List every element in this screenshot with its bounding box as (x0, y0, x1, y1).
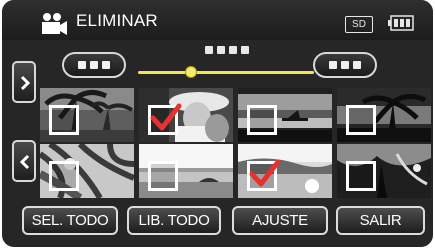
checkmark-icon (249, 159, 281, 187)
movie-camera-icon (42, 13, 67, 35)
thumbnail-dark-tree[interactable] (337, 144, 431, 198)
thumbnail-palm-beach-dark[interactable] (40, 88, 134, 142)
scroll-slider-handle[interactable] (184, 66, 197, 78)
battery-icon (388, 15, 414, 31)
exit-button[interactable]: SALIR (336, 206, 425, 235)
media-badge: SD (345, 16, 373, 33)
thumbnail-people-with-hat[interactable] (139, 88, 233, 142)
pill-dot (90, 61, 98, 69)
set-button[interactable]: AJUSTE (232, 206, 328, 235)
select-checkbox[interactable] (346, 105, 376, 135)
title-bar: ELIMINAR SD (2, 0, 433, 40)
select-checkbox[interactable] (346, 161, 376, 191)
chevron-left-icon (19, 154, 30, 170)
scroll-up-button[interactable] (12, 61, 36, 103)
thumbnail-beach-horizon[interactable] (139, 144, 233, 198)
thumbnail-bright-water[interactable] (238, 144, 332, 198)
select-all-button[interactable]: SEL. TODO (22, 206, 118, 235)
page-dot (217, 46, 225, 54)
thumbnail-boat-at-sunset[interactable] (238, 88, 332, 142)
pill-dot (341, 61, 349, 69)
select-checkbox[interactable] (49, 105, 79, 135)
page-dot (241, 46, 249, 54)
select-checkbox[interactable] (49, 161, 79, 191)
camera-screen: ELIMINAR SD SEL. TODO LIB. TODO AJUSTE S… (2, 0, 433, 247)
page-indicator (205, 46, 249, 54)
select-checkbox[interactable] (247, 105, 277, 135)
thumbnail-palm-silhouette[interactable] (337, 88, 431, 142)
scroll-slider-track[interactable] (138, 71, 314, 74)
chevron-right-icon (20, 75, 31, 91)
prev-page-pill[interactable] (62, 52, 126, 78)
pill-dot (329, 61, 337, 69)
thumbnail-palm-leaves-sunny[interactable] (40, 144, 134, 198)
select-checkbox[interactable] (247, 159, 281, 191)
page-dot (205, 46, 213, 54)
deselect-all-button[interactable]: LIB. TODO (127, 206, 221, 235)
pill-dot (102, 61, 110, 69)
scroll-down-button[interactable] (12, 140, 36, 182)
select-checkbox[interactable] (148, 103, 182, 135)
pill-dot (78, 61, 86, 69)
next-page-pill[interactable] (313, 52, 377, 78)
pill-dot (353, 61, 361, 69)
page-dot (229, 46, 237, 54)
page-title: ELIMINAR (76, 11, 158, 30)
select-checkbox[interactable] (148, 161, 178, 191)
checkmark-icon (150, 103, 182, 131)
